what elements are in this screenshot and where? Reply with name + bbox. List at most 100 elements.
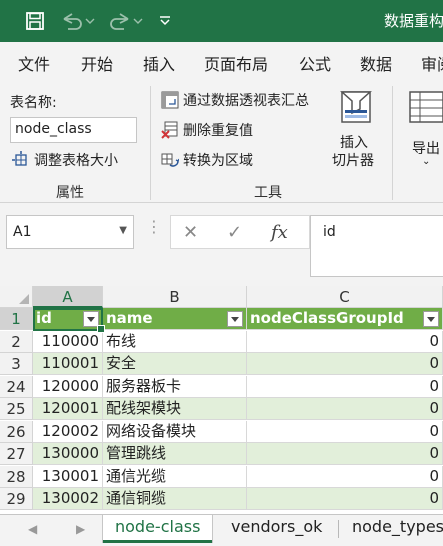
insert-function-icon[interactable]: fx [271, 222, 288, 243]
formula-buttons: ✕ ✓ fx [170, 215, 310, 249]
insert-slicer-label-2: 切片器 [332, 153, 374, 169]
sheet-tab-bar: ◀ ▶ node-class vendors_ok node_types [0, 514, 443, 546]
row-header[interactable]: 24 [0, 375, 33, 398]
filter-dropdown-icon[interactable] [83, 311, 99, 327]
cell-node-class-group-id[interactable]: 0 [247, 420, 443, 443]
row-header[interactable]: 27 [0, 443, 33, 465]
cell-node-class-group-id[interactable]: 0 [247, 488, 443, 510]
row-header[interactable]: 2 [0, 330, 33, 353]
cell-id[interactable]: 120001 [33, 398, 103, 420]
table-name-input[interactable]: node_class [10, 117, 137, 143]
cell-node-class-group-id[interactable]: 0 [247, 465, 443, 488]
filter-dropdown-icon[interactable] [423, 311, 439, 327]
sheet-tab-node-class[interactable]: node-class [103, 515, 213, 543]
row-header[interactable]: 26 [0, 420, 33, 443]
pivot-table-icon [161, 91, 179, 109]
cell-name[interactable]: 通信铜缆 [103, 488, 247, 510]
row-header[interactable]: 29 [0, 488, 33, 510]
ribbon-separator [150, 86, 151, 200]
table-header-cell-name-header[interactable]: name [103, 308, 247, 330]
resize-table-icon [12, 151, 27, 166]
cell-name[interactable]: 服务器板卡 [103, 375, 247, 398]
table-name-label: 表名称: [10, 95, 57, 111]
enter-icon[interactable]: ✓ [227, 222, 242, 243]
column-header-b[interactable]: B [103, 286, 247, 308]
insert-slicer-button[interactable]: 插入 切片器 [332, 88, 380, 172]
cell-id[interactable]: 120002 [33, 420, 103, 443]
cell-node-class-group-id[interactable]: 0 [247, 398, 443, 420]
ribbon-separator [392, 86, 393, 200]
group-properties-label: 属性 [56, 185, 84, 201]
tab-data[interactable]: 数据 [360, 51, 392, 75]
cell-id[interactable]: 120000 [33, 375, 103, 398]
sheet-tab-vendors-ok[interactable]: vendors_ok [231, 515, 322, 543]
customize-quick-access-icon[interactable] [155, 9, 175, 33]
name-box[interactable]: A1 ▼ [6, 215, 134, 249]
column-header-c[interactable]: C [247, 286, 443, 308]
tab-insert[interactable]: 插入 [143, 51, 175, 75]
remove-duplicates-button[interactable]: 删除重复值 [161, 120, 253, 140]
row-header[interactable]: 1 [0, 308, 33, 330]
worksheet-grid[interactable]: A B C 1 id name nodeClassGroupId 2 110000 布线 0 3… [0, 286, 443, 514]
convert-to-range-label: 转换为区域 [183, 153, 253, 169]
summarize-with-pivot-button[interactable]: 通过数据透视表汇总 [161, 90, 309, 110]
tab-formulas[interactable]: 公式 [299, 51, 331, 75]
cell-id[interactable]: 130000 [33, 443, 103, 465]
cell-node-class-group-id[interactable]: 0 [247, 443, 443, 465]
chevron-down-icon[interactable]: ▼ [119, 225, 127, 236]
column-header-a[interactable]: A [33, 286, 103, 308]
table-header-cell-id-header[interactable]: id [33, 308, 103, 330]
cell-id[interactable]: 130002 [33, 488, 103, 510]
name-box-value: A1 [13, 224, 32, 240]
cell-name[interactable]: 布线 [103, 330, 247, 353]
select-all-button[interactable] [0, 286, 33, 308]
formula-input[interactable]: id [310, 215, 443, 277]
convert-to-range-button[interactable]: 转换为区域 [161, 150, 253, 170]
row-header[interactable]: 28 [0, 465, 33, 488]
cell-id[interactable]: 110001 [33, 353, 103, 375]
cell-name[interactable]: 管理跳线 [103, 443, 247, 465]
resize-table-button[interactable]: 调整表格大小 [12, 150, 118, 170]
table-header-text: nodeClassGroupId [250, 309, 404, 327]
table-header-text: name [106, 309, 153, 327]
slicer-icon [340, 91, 372, 123]
cell-node-class-group-id[interactable]: 0 [247, 330, 443, 353]
scroll-tabs-right-icon[interactable]: ▶ [76, 522, 85, 536]
redo-icon[interactable] [106, 9, 146, 33]
row-header[interactable]: 25 [0, 398, 33, 420]
chevron-down-icon: ⌄ [422, 156, 431, 167]
undo-icon[interactable] [58, 9, 98, 33]
scroll-tabs-left-icon[interactable]: ◀ [28, 522, 37, 536]
remove-duplicates-label: 删除重复值 [183, 123, 253, 139]
cell-id[interactable]: 110000 [33, 330, 103, 353]
tab-home[interactable]: 开始 [81, 51, 113, 75]
tab-review[interactable]: 审阅 [421, 51, 443, 75]
cell-name[interactable]: 通信光缆 [103, 465, 247, 488]
group-tools-label: 工具 [254, 185, 282, 201]
cell-name[interactable]: 配线架模块 [103, 398, 247, 420]
tab-file[interactable]: 文件 [18, 51, 50, 75]
remove-duplicates-icon [161, 121, 178, 139]
cancel-icon[interactable]: ✕ [183, 222, 198, 243]
cell-id[interactable]: 130001 [33, 465, 103, 488]
summarize-pivot-label: 通过数据透视表汇总 [183, 93, 309, 109]
ribbon-tabs: 文件 开始 插入 页面布局 公式 数据 审阅 [0, 42, 443, 80]
convert-to-range-icon [161, 153, 179, 167]
cell-name[interactable]: 安全 [103, 353, 247, 375]
export-label: 导出 [412, 141, 440, 157]
ribbon-table-design: 表名称: node_class 调整表格大小 属性 通过数据透视表汇总 删除重复… [0, 80, 443, 203]
insert-slicer-label-1: 插入 [340, 135, 368, 151]
title-bar: 数据重构 [0, 0, 443, 42]
cell-node-class-group-id[interactable]: 0 [247, 375, 443, 398]
formula-bar-grip-icon[interactable]: ⋮ [146, 217, 162, 236]
row-header[interactable]: 3 [0, 353, 33, 375]
filter-dropdown-icon[interactable] [227, 311, 243, 327]
table-header-cell-node-class-group-id-header[interactable]: nodeClassGroupId [247, 308, 443, 330]
window-title: 数据重构 [384, 12, 443, 30]
export-button[interactable]: 导出 ⌄ [404, 88, 443, 172]
sheet-tab-node-types[interactable]: node_types [352, 515, 443, 543]
cell-node-class-group-id[interactable]: 0 [247, 353, 443, 375]
tab-page-layout[interactable]: 页面布局 [204, 51, 268, 75]
cell-name[interactable]: 网络设备模块 [103, 420, 247, 443]
save-icon[interactable] [20, 9, 50, 33]
